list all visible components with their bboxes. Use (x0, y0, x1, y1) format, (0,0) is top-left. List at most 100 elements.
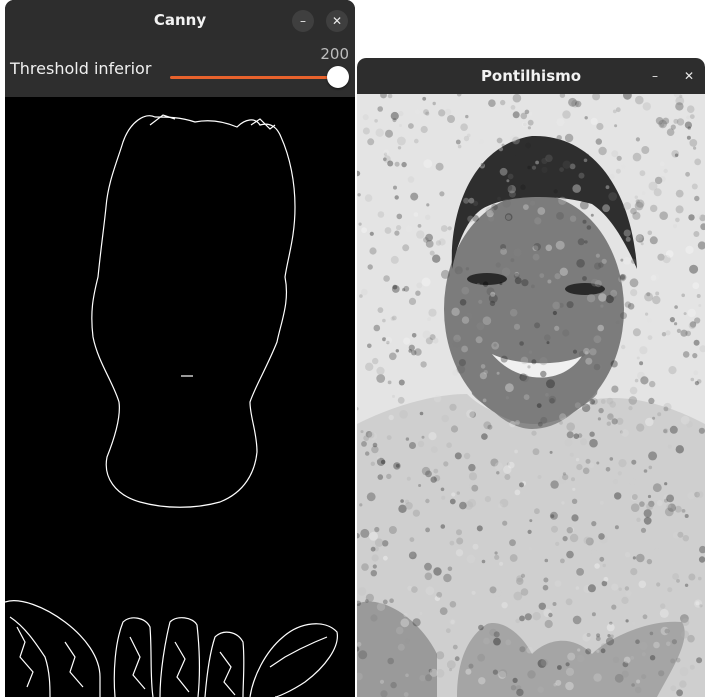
canny-minimize-button[interactable]: – (292, 10, 314, 32)
pointillism-dot (377, 106, 383, 112)
pointillism-dot (591, 549, 597, 555)
pointillism-dot (572, 349, 578, 354)
pointillism-dot (361, 563, 369, 571)
pointillism-dot (581, 403, 591, 413)
pointillism-dot (498, 669, 508, 678)
pointillism-dot (634, 195, 638, 199)
pointillism-dot (654, 176, 663, 185)
pointillism-dot (676, 689, 683, 697)
pointillism-dot (616, 155, 622, 161)
pointillism-dot (646, 317, 652, 323)
pointillism-dot (395, 463, 400, 468)
pointillism-dot (514, 152, 519, 156)
pointillism-dot (572, 487, 576, 491)
pointillism-dot (417, 440, 425, 448)
pointillism-dot (555, 679, 562, 686)
pointillism-dot (391, 285, 400, 293)
pointillism-dot (463, 452, 471, 460)
pointillism-dot (374, 538, 384, 547)
pointillism-dot (562, 160, 571, 169)
pointillism-dot (643, 469, 648, 473)
pointillism-dot (605, 185, 610, 190)
pointillism-dot (466, 409, 475, 419)
pointillism-dot (640, 376, 649, 385)
pointillism-dot (461, 345, 468, 353)
pointillism-dot (424, 572, 433, 581)
pointillism-dot (394, 230, 400, 236)
pointillism-dot (532, 612, 541, 621)
pointillism-dot (460, 123, 468, 131)
pointillism-dot (608, 173, 615, 180)
pontilhismo-close-button[interactable]: ✕ (678, 65, 700, 87)
pointillism-dot (466, 554, 476, 564)
pointillism-dot (673, 118, 679, 124)
pointillism-dot (631, 621, 636, 625)
pointillism-dot (590, 278, 599, 287)
canny-close-button[interactable]: ✕ (326, 10, 348, 32)
pointillism-dot (369, 247, 377, 255)
pointillism-dot (589, 399, 596, 405)
pointillism-dot (421, 435, 425, 439)
pointillism-dot (606, 623, 615, 632)
pointillism-dot (682, 351, 690, 358)
threshold-trackbar-panel: Threshold inferior 200 (5, 40, 355, 97)
pointillism-dot (628, 396, 638, 405)
threshold-slider-thumb[interactable] (327, 66, 349, 88)
pointillism-dot (632, 556, 636, 560)
pointillism-dot (536, 403, 542, 408)
pointillism-dot (576, 259, 585, 268)
threshold-slider-track[interactable] (170, 76, 338, 79)
pointillism-dot (674, 322, 678, 326)
pointillism-dot (395, 626, 404, 635)
pointillism-dot (611, 418, 618, 425)
pointillism-dot (571, 498, 578, 504)
pointillism-dot (509, 420, 516, 428)
pointillism-dot (583, 536, 592, 545)
pointillism-dot (379, 679, 385, 684)
pointillism-dot (524, 613, 532, 621)
pointillism-dot (551, 525, 558, 533)
pointillism-dot (600, 648, 606, 654)
minimize-icon: – (300, 14, 306, 28)
pointillism-dot (404, 499, 410, 504)
pointillism-dot (412, 509, 420, 517)
pointillism-dot (569, 215, 577, 222)
pointillism-dot (650, 275, 657, 281)
pointillism-dot (439, 191, 445, 197)
pointillism-dot (479, 139, 484, 145)
pointillism-dot (467, 133, 471, 138)
pointillism-dot (649, 380, 656, 388)
pointillism-dot (364, 194, 373, 202)
pointillism-dot (600, 304, 604, 308)
pointillism-dot (636, 679, 641, 684)
pointillism-dot (510, 105, 516, 110)
pointillism-dot (691, 183, 698, 190)
pointillism-dot (510, 258, 515, 263)
pointillism-dot (675, 102, 684, 111)
pointillism-dot (585, 153, 589, 158)
pointillism-dot (577, 238, 585, 246)
pointillism-dot (499, 282, 503, 286)
pointillism-dot (534, 508, 540, 515)
pointillism-dot (408, 551, 417, 560)
pointillism-dot (461, 286, 470, 295)
pointillism-dot (482, 316, 492, 325)
pointillism-dot (440, 225, 448, 232)
pointillism-dot (449, 668, 453, 672)
pointillism-dot (610, 634, 614, 639)
pointillism-dot (449, 403, 457, 411)
pontilhismo-minimize-button[interactable]: – (644, 65, 666, 87)
pointillism-dot (666, 128, 675, 136)
pointillism-dot (375, 128, 384, 137)
pointillism-dot (450, 619, 455, 625)
pointillism-dot (630, 568, 638, 576)
pointillism-dot (698, 576, 702, 581)
pointillism-dot (629, 278, 639, 288)
pointillism-dot (425, 498, 430, 504)
pointillism-dot (454, 452, 462, 460)
pointillism-dot (572, 615, 582, 625)
pointillism-dot (688, 573, 696, 581)
pointillism-dot (449, 601, 457, 608)
pointillism-dot (492, 669, 498, 675)
pointillism-dot (535, 160, 539, 165)
